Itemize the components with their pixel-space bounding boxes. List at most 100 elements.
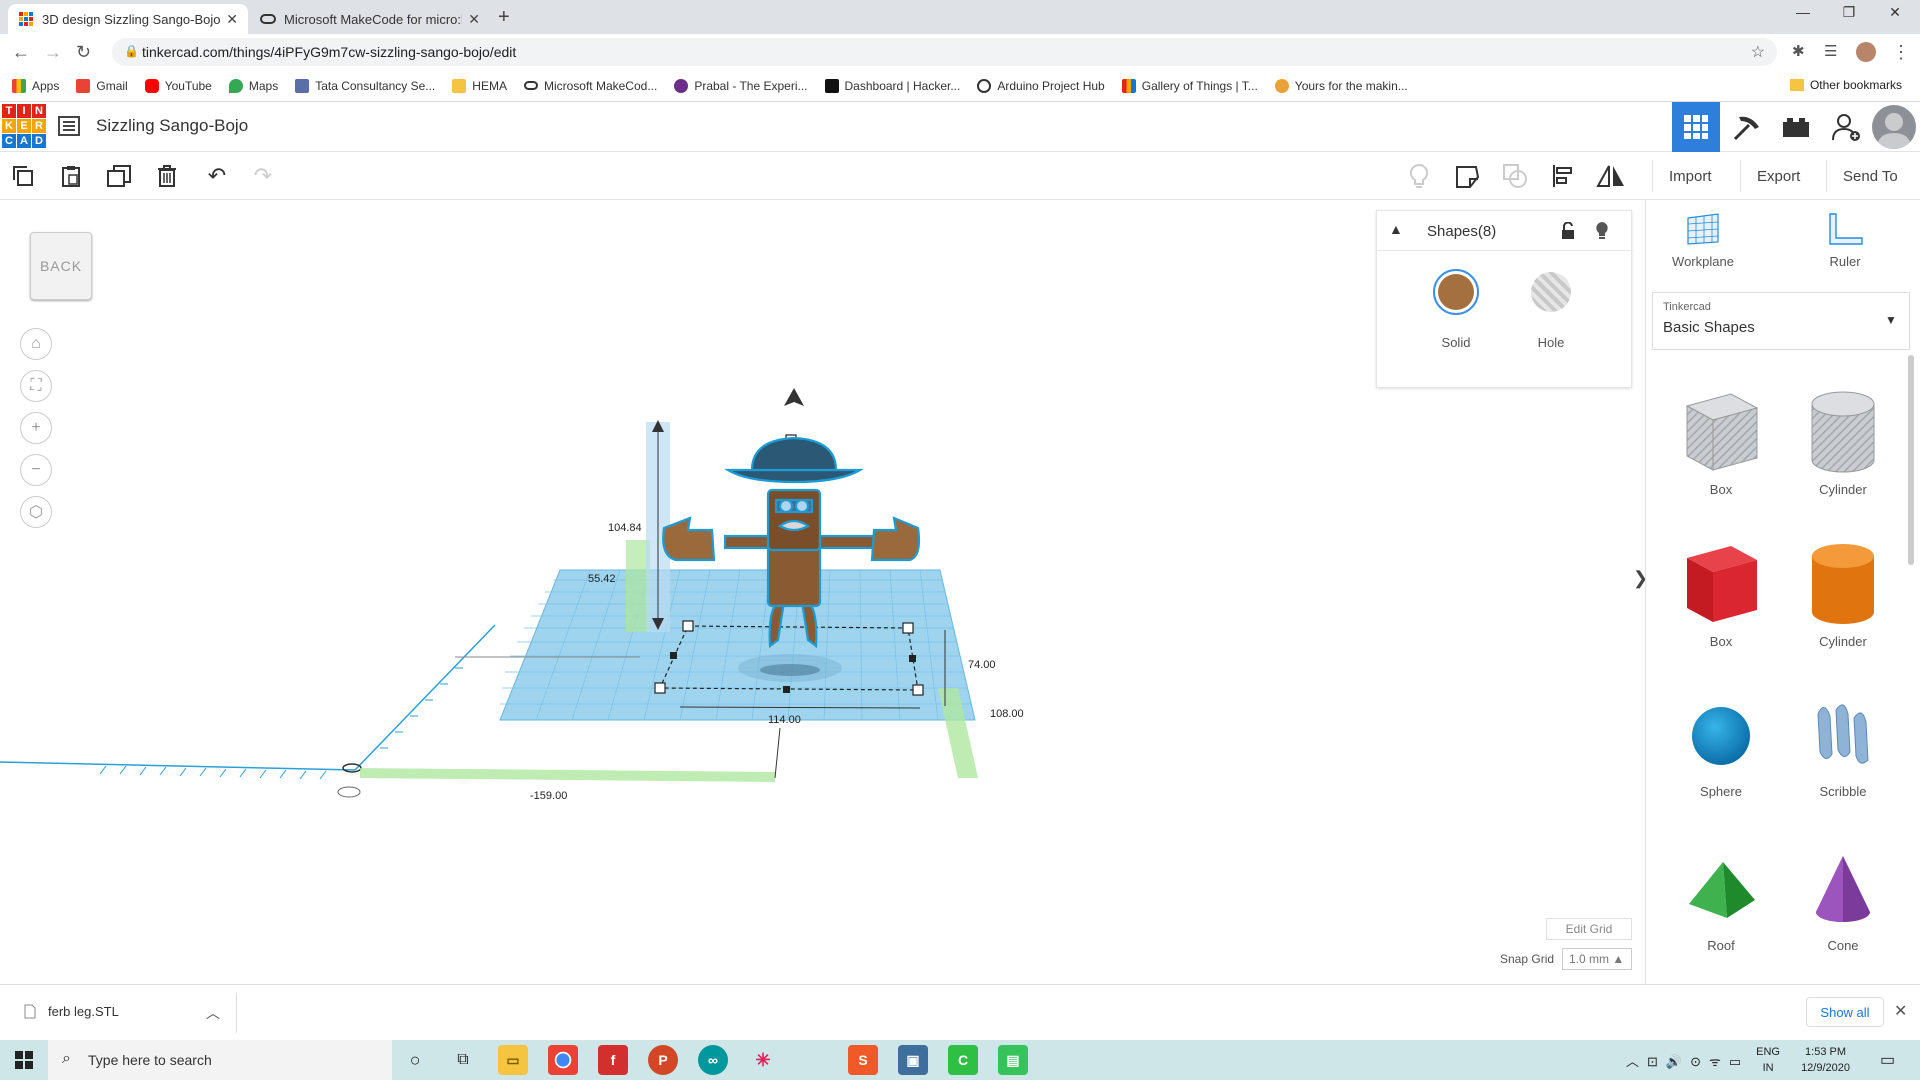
note-button[interactable] [1452,162,1482,190]
lock-icon[interactable] [1561,221,1575,245]
restore-button[interactable]: ❐ [1826,4,1872,21]
collapse-inspector-icon[interactable]: ▲ [1389,221,1403,237]
url-field[interactable]: 🔒 tinkercad.com/things/4iPFyG9m7cw-sizzl… [112,38,1777,66]
align-button[interactable] [1548,162,1578,190]
shape-sphere[interactable]: Sphere [1666,686,1776,826]
extensions-icon[interactable]: ✱ [1792,42,1805,60]
shape-library-select[interactable]: Tinkercad Basic Shapes ▼ [1652,292,1910,350]
arduino-app-icon[interactable]: ∞ [698,1045,728,1075]
task-view-icon[interactable]: ⧉ [448,1045,478,1075]
system-tray-icons[interactable]: ︿⊡🔊⊙ᯤ▭ [1626,1051,1749,1070]
back-arrow-icon[interactable]: ← [12,42,30,63]
new-tab-button[interactable]: + [498,6,510,29]
bookmark-tcs[interactable]: Tata Consultancy Se... [295,78,435,93]
reading-list-icon[interactable]: ☰ [1824,42,1837,60]
app-green-icon[interactable]: C [948,1045,978,1075]
tinkercad-logo[interactable]: T I N K E R C A D [2,104,46,148]
copy-button[interactable] [8,162,38,190]
design-list-icon[interactable] [58,116,80,141]
app-icon[interactable]: ▣ [898,1045,928,1075]
profile-avatar[interactable] [1856,42,1876,62]
input-language[interactable]: ENG IN [1756,1044,1780,1076]
shape-scribble[interactable]: Scribble [1788,686,1898,826]
lightbulb-icon[interactable] [1595,221,1609,246]
workplane-canvas[interactable]: 104.84 55.42 74.00 114.00 108.00 -159.00… [0,200,1648,984]
length-dimension[interactable]: 108.00 [990,708,1024,720]
zoom-in-button[interactable]: + [20,412,52,444]
mirror-button[interactable] [1596,162,1626,190]
redo-button[interactable]: ↷ [248,162,278,190]
view-cube[interactable]: BACK [30,232,92,300]
shape-box-hole[interactable]: Box [1666,380,1776,520]
close-tab-icon[interactable]: ✕ [468,11,480,28]
depth-dimension[interactable]: 74.00 [968,659,996,671]
bricks-view-button[interactable] [1772,102,1820,152]
import-button[interactable]: Import [1652,160,1728,192]
bookmark-hema[interactable]: HEMA [452,78,507,93]
chrome-icon[interactable] [548,1045,578,1075]
shape-cone[interactable]: Cone [1788,840,1898,980]
bookmark-apps[interactable]: Apps [12,78,59,93]
delete-button[interactable] [152,162,182,190]
duplicate-button[interactable] [104,162,134,190]
taskbar-search[interactable]: ⌕ Type here to search [48,1040,392,1080]
width-dimension[interactable]: 114.00 [768,714,801,726]
ruler-tool-icon[interactable] [1828,212,1864,251]
workplane-grid[interactable] [499,569,976,721]
tab-tinkercad[interactable]: 3D design Sizzling Sango-Bojo | T ✕ [8,4,248,34]
bookmark-youtube[interactable]: YouTube [144,78,212,93]
elevation-dimension[interactable]: 55.42 [588,573,616,585]
bookmark-hackerrank[interactable]: Dashboard | Hacker... [824,78,960,93]
bookmark-maps[interactable]: Maps [228,78,278,93]
reload-icon[interactable]: ↻ [76,42,91,63]
invite-user-button[interactable] [1822,102,1870,152]
edit-grid-button[interactable]: Edit Grid [1546,918,1632,940]
bookmark-prabal[interactable]: Prabal - The Experi... [674,78,808,93]
export-button[interactable]: Export [1740,160,1816,192]
workplane-label[interactable]: Workplane [1658,254,1748,269]
forward-arrow-icon[interactable]: → [44,42,62,63]
clock[interactable]: 1:53 PM 12/9/2020 [1801,1044,1850,1076]
send-to-button[interactable]: Send To [1826,160,1914,192]
fit-view-button[interactable]: ⛶ [20,370,52,402]
download-options-icon[interactable]: ︿ [206,1003,220,1023]
download-item[interactable]: ferb leg.STL [24,1004,119,1019]
3d-view-button[interactable] [1672,102,1720,152]
design-title[interactable]: Sizzling Sango-Bojo [96,116,248,136]
shape-roof[interactable]: Roof [1666,840,1776,980]
height-dimension[interactable]: 104.84 [608,522,642,534]
slack-icon[interactable]: ✳ [748,1045,778,1075]
bookmark-gmail[interactable]: Gmail [76,78,128,93]
collapse-panel-icon[interactable]: ❯ [1633,568,1648,608]
hole-swatch[interactable] [1531,272,1571,312]
cortana-icon[interactable]: ○ [400,1045,430,1075]
snap-grid-select[interactable]: 1.0 mm ▲ [1562,948,1632,970]
show-hide-button[interactable] [1404,162,1434,190]
zoom-out-button[interactable]: − [20,454,52,486]
paste-button[interactable] [56,162,86,190]
group-button[interactable] [1500,162,1530,190]
bookmark-makecode[interactable]: Microsoft MakeCod... [523,79,657,93]
notifications-icon[interactable]: ▭ [1880,1050,1895,1070]
blocks-view-button[interactable] [1722,102,1770,152]
bookmark-star-icon[interactable]: ☆ [1751,42,1765,62]
panel-scrollbar[interactable] [1908,355,1914,565]
other-bookmarks[interactable]: Other bookmarks [1789,78,1902,92]
app-notes-icon[interactable]: ▤ [998,1045,1028,1075]
bookmark-yours[interactable]: Yours for the makin... [1274,78,1408,93]
close-window-button[interactable]: ✕ [1872,4,1918,21]
home-view-button[interactable]: ⌂ [20,328,52,360]
ruler-label[interactable]: Ruler [1800,254,1890,269]
bookmark-arduino[interactable]: Arduino Project Hub [977,78,1105,93]
tab-makecode[interactable]: Microsoft MakeCode for micro:bi ✕ [250,4,490,34]
close-tab-icon[interactable]: ✕ [226,11,238,28]
shape-box[interactable]: Box [1666,532,1776,672]
user-avatar[interactable] [1872,105,1916,149]
close-downloads-icon[interactable]: ✕ [1894,1001,1907,1021]
powerpoint-icon[interactable]: P [648,1045,678,1075]
minimize-button[interactable]: — [1780,4,1826,20]
undo-button[interactable]: ↶ [202,162,232,190]
bookmark-gallery[interactable]: Gallery of Things | T... [1121,78,1258,93]
perspective-button[interactable]: ⬡ [20,496,52,528]
solid-swatch[interactable] [1433,269,1479,315]
